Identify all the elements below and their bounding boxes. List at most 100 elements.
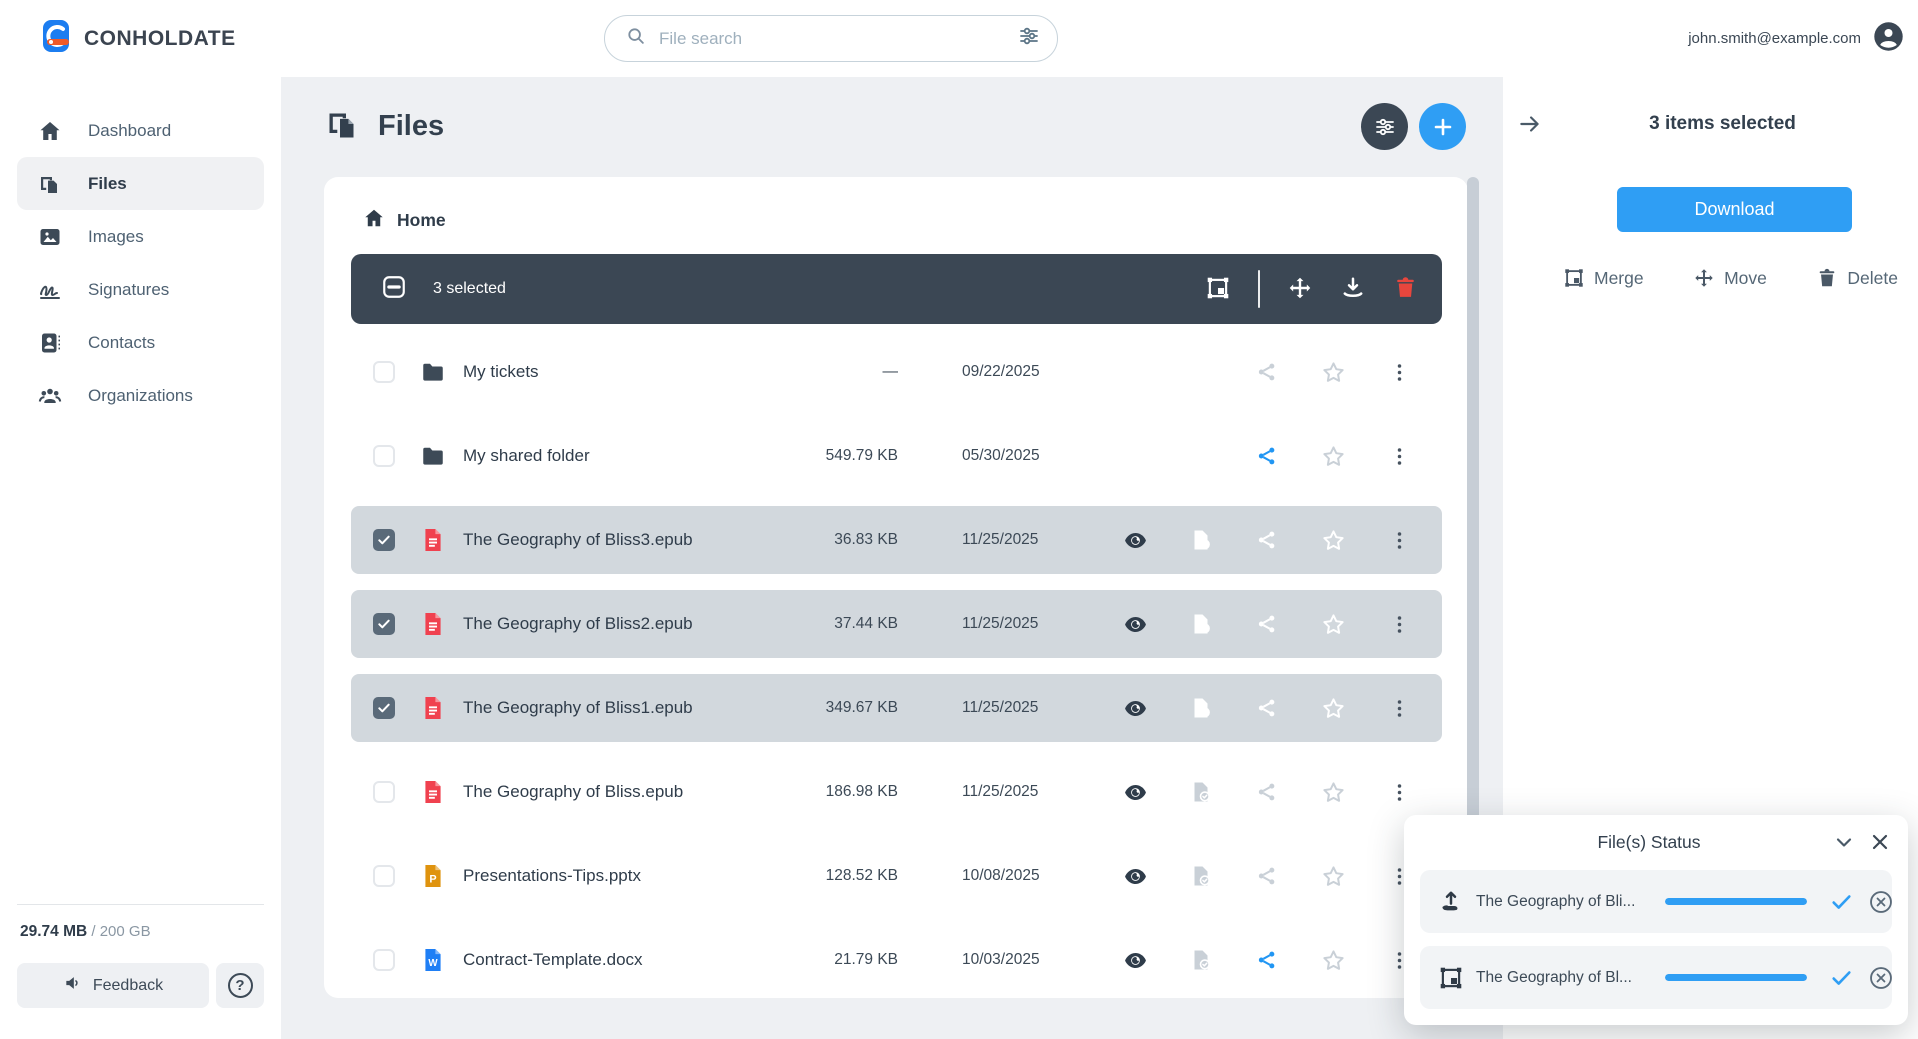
sidebar-item-images[interactable]: Images [17,210,264,263]
files-icon [38,172,62,196]
file-row[interactable]: The Geography of Bliss.epub186.98 KB11/2… [351,750,1442,834]
share-icon[interactable] [1256,529,1278,551]
help-button[interactable]: ? [216,963,264,1008]
panel-action-label: Merge [1594,268,1644,289]
convert-file-icon[interactable] [1189,864,1213,888]
search-filter-icon[interactable] [1017,24,1041,53]
star-icon[interactable] [1321,360,1346,385]
delete-button[interactable] [1393,275,1418,303]
row-checkbox[interactable] [373,697,395,719]
move-panel-button[interactable]: Move [1693,267,1767,289]
download-button[interactable] [1340,275,1366,304]
row-checkbox[interactable] [373,529,395,551]
star-icon[interactable] [1321,528,1346,553]
brand-logo[interactable]: CONHOLDATE [39,19,236,58]
move-button[interactable] [1287,275,1313,304]
collapse-panel-button[interactable] [1517,111,1543,137]
star-icon[interactable] [1321,696,1346,721]
star-icon[interactable] [1321,612,1346,637]
kebab-icon[interactable] [1389,782,1410,803]
file-row[interactable]: PPresentations-Tips.pptx128.52 KB10/08/2… [351,834,1442,918]
progress-bar [1665,898,1807,905]
share-icon[interactable] [1256,445,1278,467]
sidebar-item-organizations[interactable]: Organizations [17,369,264,422]
preview-eye-icon[interactable] [1123,864,1148,889]
convert-file-icon[interactable] [1189,948,1213,972]
kebab-icon[interactable] [1389,446,1410,467]
file-size: 549.79 KB [786,447,898,465]
sidebar-item-files[interactable]: Files [17,157,264,210]
file-name: The Geography of Bliss.epub [463,782,786,802]
row-checkbox[interactable] [373,781,395,803]
file-type-icon: P [420,863,446,889]
signature-icon [38,278,62,302]
feedback-button[interactable]: Feedback [17,963,209,1008]
progress-bar [1665,974,1807,981]
share-icon[interactable] [1256,361,1278,383]
file-row[interactable]: WContract-Template.docx21.79 KB10/03/202… [351,918,1442,998]
share-icon[interactable] [1256,697,1278,719]
file-row[interactable]: My tickets—09/22/2025 [351,330,1442,414]
status-panel-title: File(s) Status [1420,832,1820,853]
merge-button[interactable] [1205,275,1231,304]
file-row[interactable]: The Geography of Bliss2.epub37.44 KB11/2… [351,582,1442,666]
indeterminate-checkbox-icon[interactable] [381,274,407,305]
close-icon[interactable] [1868,830,1892,854]
preview-eye-icon[interactable] [1123,696,1148,721]
sidebar-item-signatures[interactable]: Signatures [17,263,264,316]
merge-panel-button[interactable]: Merge [1563,267,1644,289]
file-row[interactable]: The Geography of Bliss3.epub36.83 KB11/2… [351,498,1442,582]
cancel-status-icon[interactable] [1868,965,1894,991]
storage-total: / 200 GB [91,923,150,940]
cancel-status-icon[interactable] [1868,889,1894,915]
convert-file-icon[interactable] [1189,612,1213,636]
kebab-icon[interactable] [1389,698,1410,719]
preview-eye-icon[interactable] [1123,612,1148,637]
share-icon[interactable] [1256,781,1278,803]
kebab-icon[interactable] [1389,614,1410,635]
share-icon[interactable] [1256,949,1278,971]
row-checkbox[interactable] [373,613,395,635]
row-checkbox[interactable] [373,949,395,971]
star-icon[interactable] [1321,444,1346,469]
preview-eye-icon[interactable] [1123,528,1148,553]
file-date: 10/03/2025 [962,951,1102,969]
items-selected-label: 3 items selected [1543,113,1918,135]
main-content: Files [281,77,1503,1039]
file-type-icon: W [420,947,446,973]
row-checkbox[interactable] [373,361,395,383]
user-avatar[interactable] [1873,21,1904,57]
add-button[interactable] [1419,103,1466,150]
convert-file-icon[interactable] [1189,780,1213,804]
panel-download-button[interactable]: Download [1617,187,1852,232]
kebab-icon[interactable] [1389,362,1410,383]
file-date: 11/25/2025 [962,699,1102,717]
sidebar-item-dashboard[interactable]: Dashboard [17,104,264,157]
sidebar-item-contacts[interactable]: Contacts [17,316,264,369]
check-icon [1829,889,1854,914]
preview-eye-icon[interactable] [1123,948,1148,973]
row-checkbox[interactable] [373,445,395,467]
preview-eye-icon[interactable] [1123,780,1148,805]
kebab-icon[interactable] [1389,530,1410,551]
share-icon[interactable] [1256,613,1278,635]
search-input[interactable] [659,29,1017,49]
status-row: The Geography of Bli... [1420,870,1892,933]
breadcrumb[interactable]: Home [363,207,1442,234]
delete-panel-button[interactable]: Delete [1816,267,1898,289]
status-rows: The Geography of Bli...The Geography of … [1420,870,1892,1009]
sidebar-nav: DashboardFilesImagesSignaturesContactsOr… [0,77,281,422]
share-icon[interactable] [1256,865,1278,887]
star-icon[interactable] [1321,948,1346,973]
row-checkbox[interactable] [373,865,395,887]
scrollbar-thumb[interactable] [1467,177,1479,837]
chevron-down-icon[interactable] [1832,830,1856,854]
convert-file-icon[interactable] [1189,696,1213,720]
file-row[interactable]: My shared folder549.79 KB05/30/2025 [351,414,1442,498]
star-icon[interactable] [1321,780,1346,805]
star-icon[interactable] [1321,864,1346,889]
convert-file-icon[interactable] [1189,528,1213,552]
file-row[interactable]: The Geography of Bliss1.epub349.67 KB11/… [351,666,1442,750]
search-icon [625,25,647,52]
list-settings-button[interactable] [1361,103,1408,150]
